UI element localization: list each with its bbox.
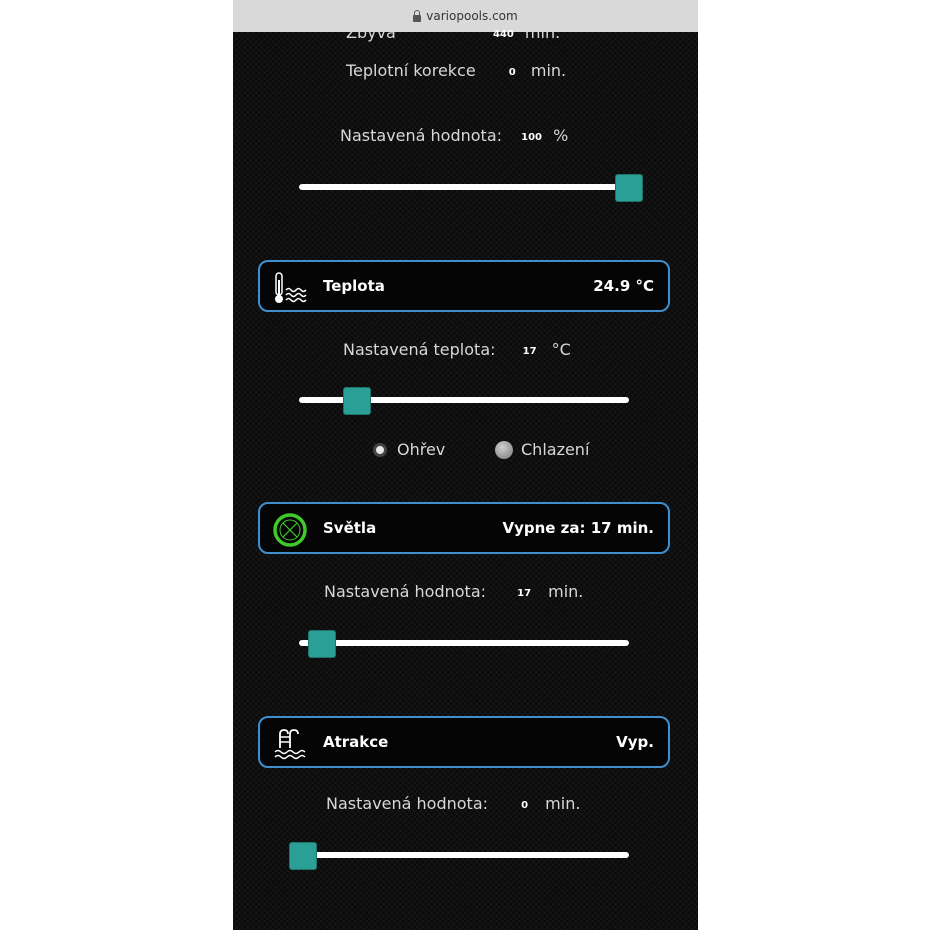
attractions-setpoint-label: Nastavená hodnota: bbox=[326, 794, 489, 813]
cooling-radio[interactable] bbox=[495, 441, 513, 459]
lights-setpoint-unit: min. bbox=[548, 582, 584, 601]
filtration-setpoint-row: Nastavená hodnota: 100 % bbox=[340, 126, 568, 145]
filtration-slider-track[interactable] bbox=[299, 184, 629, 190]
lock-icon bbox=[413, 9, 422, 22]
remaining-row: Zbývá 440 min. bbox=[346, 23, 560, 42]
temperature-reading: 24.9 °C bbox=[593, 277, 654, 295]
attractions-setpoint-unit: min. bbox=[545, 794, 581, 813]
lights-setpoint-row: Nastavená hodnota: 17 min. bbox=[324, 582, 583, 601]
lights-slider-thumb[interactable] bbox=[308, 630, 336, 658]
filtration-setpoint-value: 100 bbox=[521, 132, 542, 143]
temperature-setpoint-label: Nastavená teplota: bbox=[343, 340, 496, 359]
remaining-value: 440 bbox=[492, 29, 514, 40]
heating-radio[interactable] bbox=[373, 443, 387, 457]
lights-setpoint-label: Nastavená hodnota: bbox=[324, 582, 487, 601]
cooling-label[interactable]: Chlazení bbox=[521, 440, 589, 459]
url-text: variopools.com bbox=[426, 9, 518, 23]
pool-ladder-icon bbox=[274, 729, 306, 760]
light-circle-icon bbox=[273, 513, 307, 547]
filtration-slider-thumb[interactable] bbox=[615, 174, 643, 202]
temp-correction-row: Teplotní korekce 0 min. bbox=[346, 61, 566, 80]
attractions-status: Vyp. bbox=[616, 733, 654, 751]
attractions-setpoint-row: Nastavená hodnota: 0 min. bbox=[326, 794, 580, 813]
temp-correction-label: Teplotní korekce bbox=[346, 61, 476, 80]
lights-title: Světla bbox=[323, 519, 377, 537]
thermometer-water-icon bbox=[275, 272, 307, 303]
lights-status: Vypne za: 17 min. bbox=[502, 519, 654, 537]
attractions-setpoint-value: 0 bbox=[521, 800, 529, 811]
phone-screen: variopools.com Zbývá 440 min. Teplotní k… bbox=[233, 0, 698, 930]
temperature-card[interactable]: Teplota 24.9 °C bbox=[258, 260, 670, 312]
temperature-setpoint-unit: °C bbox=[551, 340, 571, 359]
lights-slider-track[interactable] bbox=[299, 640, 629, 646]
remaining-unit: min. bbox=[524, 23, 561, 42]
temp-correction-unit: min. bbox=[530, 61, 567, 80]
attractions-slider-thumb[interactable] bbox=[289, 842, 317, 870]
temperature-title: Teplota bbox=[323, 277, 385, 295]
attractions-slider-track[interactable] bbox=[299, 852, 629, 858]
temperature-setpoint-value: 17 bbox=[522, 346, 537, 357]
lights-card[interactable]: Světla Vypne za: 17 min. bbox=[258, 502, 670, 554]
temperature-setpoint-row: Nastavená teplota: 17 °C bbox=[343, 340, 571, 359]
attractions-card[interactable]: Atrakce Vyp. bbox=[258, 716, 670, 768]
temperature-slider-thumb[interactable] bbox=[343, 387, 371, 415]
attractions-title: Atrakce bbox=[323, 733, 389, 751]
remaining-label: Zbývá bbox=[346, 23, 396, 42]
heating-label[interactable]: Ohřev bbox=[397, 440, 445, 459]
filtration-setpoint-label: Nastavená hodnota: bbox=[340, 126, 503, 145]
temp-correction-value: 0 bbox=[508, 67, 516, 78]
filtration-setpoint-unit: % bbox=[553, 126, 569, 145]
lights-setpoint-value: 17 bbox=[517, 588, 532, 599]
